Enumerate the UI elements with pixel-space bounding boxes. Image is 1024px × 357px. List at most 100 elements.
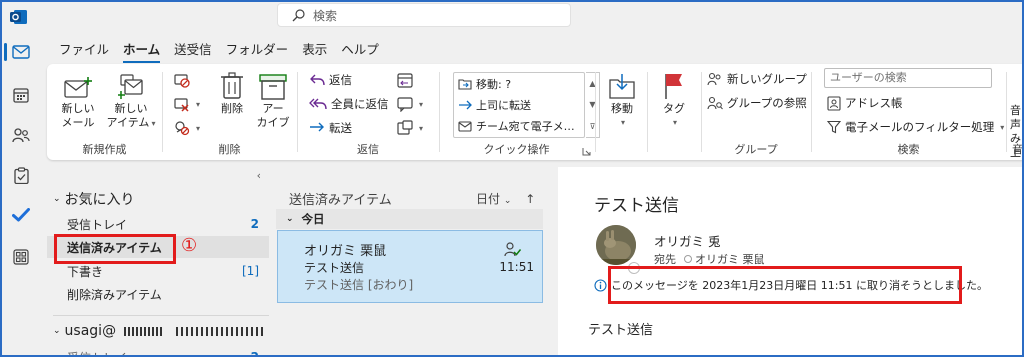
move-button[interactable]: 移動 ▾ (600, 70, 644, 130)
date-group-header[interactable]: ⌄ 今日 (276, 209, 543, 229)
archive-icon (259, 74, 287, 100)
more-apps-button[interactable] (4, 242, 38, 272)
chevron-down-icon: ▾ (1000, 122, 1005, 132)
reply-all-button[interactable]: 全員に返信 (309, 94, 389, 114)
trash-icon (221, 72, 243, 99)
browse-groups-button[interactable]: グループの参照 (707, 93, 807, 113)
search-input[interactable]: 検索 (277, 3, 571, 27)
group-groups: 新しいグループ グループの参照 グループ (701, 64, 811, 160)
folder-inbox[interactable]: 受信トレイ 2 (47, 213, 269, 235)
tab-help[interactable]: ヘルプ (334, 39, 386, 61)
email-subject: テスト送信 (594, 196, 679, 216)
calendar-app-button[interactable] (4, 80, 38, 110)
ribbon-divider (1006, 72, 1007, 152)
people-app-button[interactable] (4, 120, 38, 150)
dialog-launcher-icon[interactable] (582, 147, 591, 156)
redacted-text (176, 326, 267, 336)
address-book-button[interactable]: アドレス帳 (827, 93, 903, 113)
chevron-down-icon: ▾ (196, 99, 201, 109)
chevron-down-icon: ▾ (419, 99, 424, 109)
account-header[interactable]: ⌄ usagi@ (53, 323, 267, 339)
tab-home[interactable]: ホーム (116, 39, 167, 63)
junk-button[interactable]: ▾ (174, 118, 200, 138)
app-rail (2, 32, 42, 355)
recipient-chip[interactable]: オリガミ 栗鼠 (684, 251, 765, 267)
new-items-icon (118, 74, 143, 99)
favorites-header[interactable]: ⌄ お気に入り (53, 189, 135, 209)
folder-inbox-account[interactable]: 受信トレイ 2 (47, 346, 269, 355)
tasks-app-button[interactable] (4, 160, 38, 190)
address-book-icon (827, 95, 841, 111)
message-subject: テスト送信 (304, 261, 365, 275)
outlook-logo-icon (10, 10, 27, 24)
new-group-button[interactable]: 新しいグループ (707, 69, 807, 89)
todo-app-button[interactable] (4, 200, 38, 230)
group-label-new: 新規作成 (82, 143, 127, 156)
chevron-down-icon: ▾ (196, 123, 201, 133)
outlook-window: 検索 ファイル ホーム 送受信 フォルダー 表示 ヘルプ 新しい メール 新しい… (0, 0, 1024, 357)
new-mail-button[interactable]: 新しい メール (55, 70, 101, 130)
new-group-icon (707, 72, 721, 86)
delete-button[interactable]: 削除 (214, 70, 250, 116)
chevron-down-icon: ⌄ (503, 196, 512, 206)
folder-deleted-items[interactable]: 削除済みアイテム (47, 283, 269, 305)
flag-icon (665, 74, 682, 99)
tags-button[interactable]: タグ ▾ (652, 70, 696, 130)
browse-groups-icon (707, 96, 723, 110)
group-label-speech: 音 (1012, 143, 1023, 156)
avatar-photo (596, 225, 636, 265)
tab-send-receive[interactable]: 送受信 (167, 39, 219, 61)
group-quick-steps: クイック操作 (439, 64, 594, 160)
ignore-icon (174, 74, 190, 88)
junk-icon (175, 121, 190, 136)
tab-file[interactable]: ファイル (52, 39, 116, 61)
sender-name[interactable]: オリガミ 兎 (654, 231, 720, 250)
group-label-delete: 削除 (218, 143, 241, 156)
list-item[interactable]: オリガミ 栗鼠 テスト送信 テスト送信 [おわり] 11:51 (277, 230, 543, 303)
ignore-button[interactable] (174, 70, 190, 90)
email-body: テスト送信 (588, 323, 654, 338)
reply-icon (310, 74, 325, 86)
new-item-button[interactable]: 新しい アイテム ▾ (105, 70, 157, 131)
chevron-down-icon: ▾ (672, 118, 677, 127)
forward-icon (310, 122, 324, 132)
apps-grid-icon (13, 249, 29, 265)
redacted-text (124, 326, 165, 336)
tab-view[interactable]: 表示 (295, 39, 334, 61)
title-bar: 検索 (2, 2, 1022, 32)
annotation-highlight-box (54, 234, 176, 264)
group-find: アドレス帳 電子メールのフィルター処理 ▾ 検索 (811, 64, 1006, 160)
chevron-down-icon: ⌄ (53, 326, 61, 336)
ribbon-tabs: ファイル ホーム 送受信 フォルダー 表示 ヘルプ (52, 39, 386, 63)
clean-up-icon (174, 98, 189, 112)
search-icon (292, 8, 305, 21)
annotation-marker: ① (181, 235, 198, 256)
sort-by-button[interactable]: 日付 ⌄ ↑ (476, 190, 535, 207)
mail-app-button[interactable] (4, 37, 38, 67)
group-new: 新しい メール 新しい アイテム ▾ 新規作成 (47, 64, 162, 160)
im-reply-button[interactable]: ▾ (397, 94, 423, 114)
more-respond-button[interactable]: ▾ (397, 118, 423, 138)
calendar-reply-icon (397, 73, 413, 88)
group-label-find: 検索 (897, 143, 920, 156)
new-mail-icon (64, 77, 92, 98)
filter-email-button[interactable]: 電子メールのフィルター処理 ▾ (827, 117, 1004, 137)
checkmark-icon (12, 208, 30, 222)
collapse-pane-icon[interactable]: ‹ (257, 169, 261, 182)
folder-pane: ‹ ⌄ お気に入り 受信トレイ 2 送信済みアイテム 下書き [1] 削除済みア… (47, 167, 275, 355)
calendar-icon (13, 88, 29, 103)
message-preview: テスト送信 [おわり] (304, 278, 414, 292)
forward-button[interactable]: 転送 (309, 118, 352, 138)
presence-status-icon (684, 255, 692, 263)
clean-up-button[interactable]: ▾ (174, 94, 200, 114)
meeting-reply-button[interactable] (397, 70, 413, 90)
tab-folder[interactable]: フォルダー (219, 39, 296, 61)
people-icon (12, 128, 30, 143)
reply-button[interactable]: 返信 (309, 70, 352, 90)
ribbon-divider (595, 72, 596, 152)
ribbon: 新しい メール 新しい アイテム ▾ 新規作成 ▾ ▾ 削除 アー カイブ 削除… (47, 64, 1023, 160)
message-time: 11:51 (499, 260, 534, 274)
archive-button[interactable]: アー カイブ (254, 70, 292, 130)
sort-arrow-icon[interactable]: ↑ (525, 192, 535, 206)
group-label-groups: グループ (734, 143, 778, 156)
